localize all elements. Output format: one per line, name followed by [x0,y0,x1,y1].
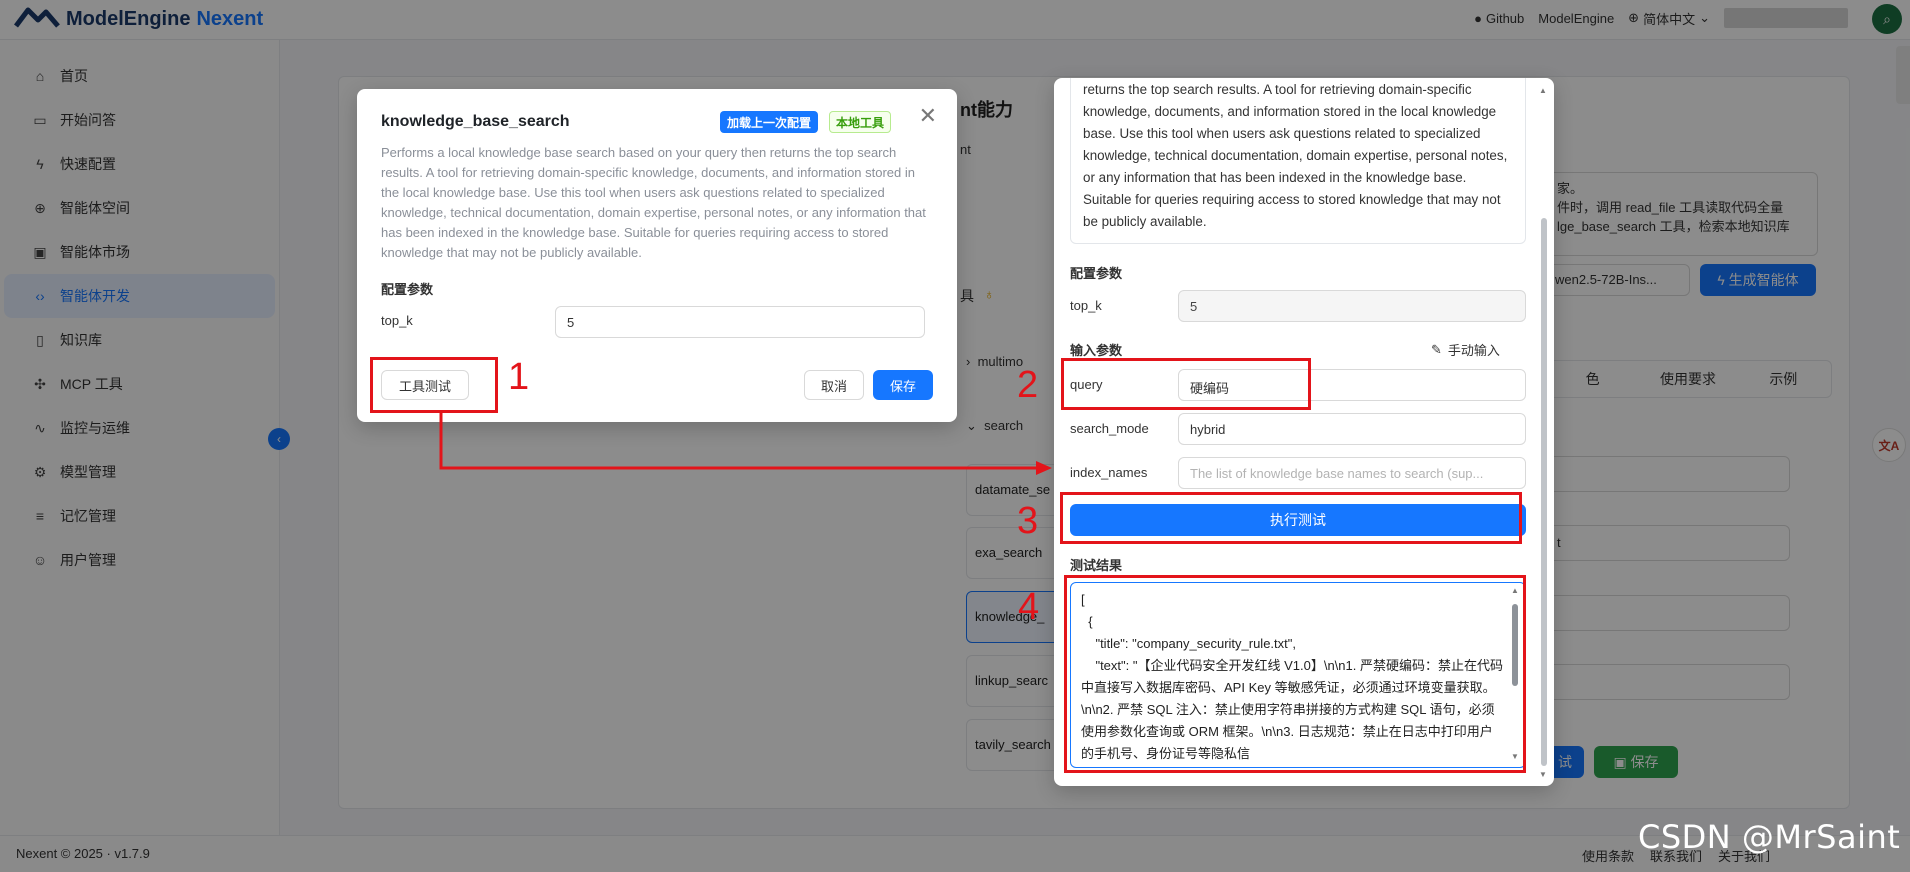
annotation-arrow [439,413,1052,475]
watermark-text: CSDN @MrSaint [1638,818,1901,856]
